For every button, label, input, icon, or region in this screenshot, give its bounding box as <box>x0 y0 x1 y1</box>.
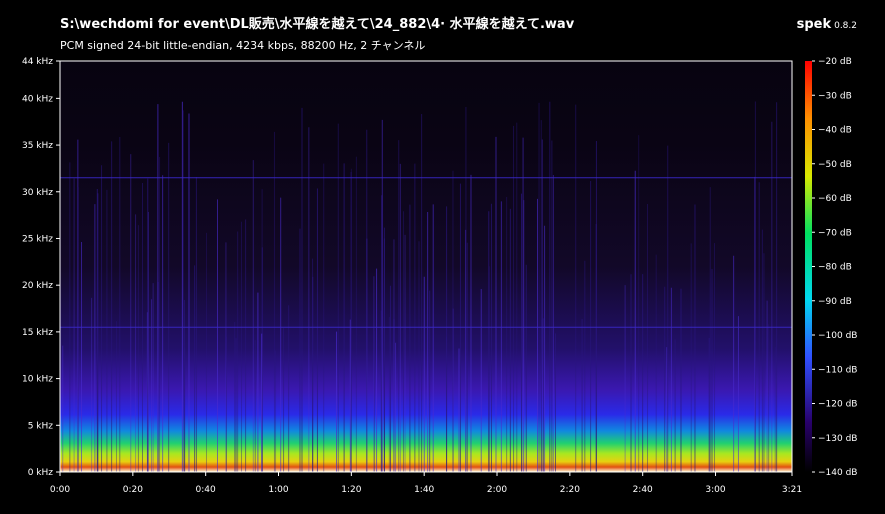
y-tick-label: 30 kHz <box>22 188 53 198</box>
y-tick-label: 44 kHz <box>22 57 53 67</box>
color-scale-label: −30 dB <box>818 91 852 101</box>
color-scale-label: −140 dB <box>818 468 857 478</box>
color-scale-label: −20 dB <box>818 57 852 67</box>
x-tick-label: 3:21 <box>782 485 802 495</box>
x-tick-label: 2:00 <box>487 485 507 495</box>
x-tick-label: 0:20 <box>123 485 143 495</box>
color-scale-label: −60 dB <box>818 194 852 204</box>
y-tick-label: 25 kHz <box>22 234 53 244</box>
y-tick-label: 20 kHz <box>22 281 53 291</box>
color-scale-label: −110 dB <box>818 365 857 375</box>
color-scale-label: −120 dB <box>818 400 857 410</box>
color-scale-label: −100 dB <box>818 331 857 341</box>
x-tick-label: 1:00 <box>268 485 288 495</box>
y-tick-label: 15 kHz <box>22 328 53 338</box>
y-tick-label: 0 kHz <box>28 468 54 478</box>
x-tick-label: 0:40 <box>196 485 216 495</box>
color-scale-label: −130 dB <box>818 434 857 444</box>
y-tick-label: 40 kHz <box>22 94 53 104</box>
color-scale-label: −90 dB <box>818 297 852 307</box>
spectrogram-area <box>60 61 792 472</box>
x-tick-label: 1:40 <box>414 485 434 495</box>
color-scale-label: −40 dB <box>818 126 852 136</box>
spectrogram-chart: 0 kHz 5 kHz 10 kHz 15 kHz 20 kHz 25 kHz 30 kHz… <box>22 57 858 495</box>
y-tick-label: 35 kHz <box>22 141 53 151</box>
color-scale-bar <box>805 61 812 472</box>
x-tick-label: 2:40 <box>633 485 653 495</box>
color-scale-label: −50 dB <box>818 160 852 170</box>
color-scale-label: −70 dB <box>818 228 852 238</box>
x-tick-label: 1:20 <box>341 485 361 495</box>
x-tick-label: 0:00 <box>50 485 70 495</box>
x-tick-label: 3:00 <box>705 485 725 495</box>
x-tick-label: 2:20 <box>560 485 580 495</box>
color-scale-label: −80 dB <box>818 263 852 273</box>
y-tick-label: 10 kHz <box>22 375 53 385</box>
y-tick-label: 5 kHz <box>28 421 54 431</box>
